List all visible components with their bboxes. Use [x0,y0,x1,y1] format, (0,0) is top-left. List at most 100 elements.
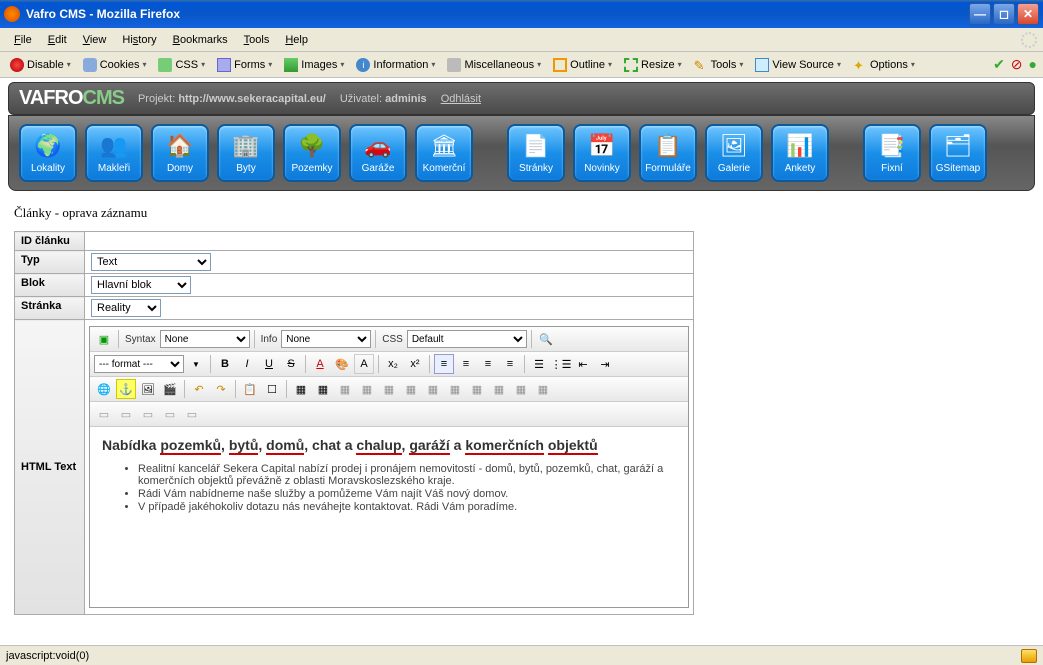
rte-format-dd[interactable]: ▼ [186,354,206,374]
nav-domy[interactable]: 🏠Domy [151,124,209,182]
dev-css[interactable]: CSS▾ [154,57,209,73]
rte-cell4-button[interactable]: ▦ [401,379,421,399]
rte-cell10-button[interactable]: ▦ [533,379,553,399]
info-icon: i [356,58,370,72]
dev-tools[interactable]: ✎Tools▾ [690,57,748,73]
dev-resize[interactable]: Resize▾ [620,57,686,73]
rte-italic-button[interactable]: I [237,354,257,374]
nav-gsitemap[interactable]: 🗂GSitemap [929,124,987,182]
rte-cell6-button[interactable]: ▦ [445,379,465,399]
rte-underline-button[interactable]: U [259,354,279,374]
nav-byty[interactable]: 🏢Byty [217,124,275,182]
rte-sub-button[interactable]: x₂ [383,354,403,374]
rte-zoom-icon[interactable]: 🔍 [536,329,556,349]
ok-icon[interactable]: ● [1029,56,1037,73]
close-button[interactable]: ✕ [1017,3,1039,25]
menu-view[interactable]: View [75,32,115,48]
dev-images[interactable]: Images▾ [280,57,348,73]
rte-media-button[interactable]: 🎬 [160,379,180,399]
rte-undo-button[interactable]: ↶ [189,379,209,399]
stranka-select[interactable]: Reality [91,299,161,317]
rte-cell1-button[interactable]: ▦ [335,379,355,399]
rte-row-a[interactable]: ▭ [94,404,114,424]
rte-cell3-button[interactable]: ▦ [379,379,399,399]
menu-help[interactable]: Help [277,32,316,48]
rte-anchor-button[interactable]: ⚓ [116,379,136,399]
rte-tableprops-button[interactable]: ▦ [313,379,333,399]
nav-garaze[interactable]: 🚗Garáže [349,124,407,182]
edit-form: ID článku Typ Text Blok Hlavní blok Strá… [14,231,694,615]
nav-formulare[interactable]: 📋Formuláře [639,124,697,182]
rte-sup-button[interactable]: x² [405,354,425,374]
dev-disable[interactable]: Disable▾ [6,57,75,73]
dev-miscellaneous[interactable]: Miscellaneous▾ [443,57,545,73]
nav-stranky[interactable]: 📄Stránky [507,124,565,182]
rte-clearformat-button[interactable]: A [354,354,374,374]
dev-options[interactable]: ✦Options▾ [849,57,919,73]
rte-outdent-button[interactable]: ⇤ [573,354,593,374]
rte-paste-button[interactable]: 📋 [240,379,260,399]
menu-edit[interactable]: Edit [40,32,75,48]
rte-bgcolor-button[interactable]: 🎨 [332,354,352,374]
rte-format-select[interactable]: --- format --- [94,355,184,373]
rte-expand-icon[interactable]: ▣ [94,329,114,349]
rte-cell8-button[interactable]: ▦ [489,379,509,399]
rte-row-e[interactable]: ▭ [182,404,202,424]
browser-menubar: File Edit View History Bookmarks Tools H… [0,28,1043,52]
rte-redo-button[interactable]: ↷ [211,379,231,399]
rte-textcolor-button[interactable]: A [310,354,330,374]
menu-tools[interactable]: Tools [236,32,278,48]
page-content: VAFROCMS Projekt: http://www.sekeracapit… [0,78,1043,645]
rte-row-b[interactable]: ▭ [116,404,136,424]
rte-bold-button[interactable]: B [215,354,235,374]
menu-bookmarks[interactable]: Bookmarks [165,32,236,48]
rte-align-right-button[interactable]: ≡ [478,354,498,374]
maximize-button[interactable]: ◻ [993,3,1015,25]
check-icon[interactable]: ✔ [993,56,1005,73]
nav-pozemky[interactable]: 🌳Pozemky [283,124,341,182]
dev-forms[interactable]: Forms▾ [213,57,276,73]
rte-table-button[interactable]: ▦ [291,379,311,399]
nav-galerie[interactable]: 🖼Galerie [705,124,763,182]
rte-cell9-button[interactable]: ▦ [511,379,531,399]
rte-list-ol-button[interactable]: ☰ [529,354,549,374]
blok-select[interactable]: Hlavní blok [91,276,191,294]
menu-file[interactable]: File [6,32,40,48]
rte-list-ul-button[interactable]: ⋮☰ [551,354,571,374]
logout-link[interactable]: Odhlásit [441,93,481,105]
rte-syntax-select[interactable]: None [160,330,250,348]
rte-info-select[interactable]: None [281,330,371,348]
warning-icon[interactable]: ⊘ [1011,56,1023,73]
rte-row-d[interactable]: ▭ [160,404,180,424]
rte-cell2-button[interactable]: ▦ [357,379,377,399]
disable-icon [10,58,24,72]
rte-image-button[interactable]: 🖼 [138,379,158,399]
forms-icon [217,58,231,72]
nav-fixni[interactable]: 📑Fixní [863,124,921,182]
nav-novinky[interactable]: 📅Novinky [573,124,631,182]
rte-content-area[interactable]: Nabídka pozemků, bytů, domů, chat a chal… [90,427,688,607]
rte-row-c[interactable]: ▭ [138,404,158,424]
minimize-button[interactable]: — [969,3,991,25]
nav-makleri[interactable]: 👥Makleři [85,124,143,182]
rte-align-justify-button[interactable]: ≡ [500,354,520,374]
dev-viewsource[interactable]: View Source▾ [751,57,845,73]
rte-align-center-button[interactable]: ≡ [456,354,476,374]
dev-outline[interactable]: Outline▾ [549,57,616,73]
rte-css-select[interactable]: Default [407,330,527,348]
rte-strike-button[interactable]: S [281,354,301,374]
typ-select[interactable]: Text [91,253,211,271]
firefox-icon [4,6,20,22]
rte-link-button[interactable]: 🌐 [94,379,114,399]
rte-cell5-button[interactable]: ▦ [423,379,443,399]
nav-lokality[interactable]: 🌍Lokality [19,124,77,182]
rte-align-left-button[interactable]: ≡ [434,354,454,374]
dev-cookies[interactable]: Cookies▾ [79,57,151,73]
menu-history[interactable]: History [114,32,164,48]
rte-indent-button[interactable]: ⇥ [595,354,615,374]
dev-information[interactable]: iInformation▾ [352,57,439,73]
nav-komercni[interactable]: 🏛Komerční [415,124,473,182]
rte-selectall-button[interactable]: ☐ [262,379,282,399]
rte-cell7-button[interactable]: ▦ [467,379,487,399]
nav-ankety[interactable]: 📊Ankety [771,124,829,182]
